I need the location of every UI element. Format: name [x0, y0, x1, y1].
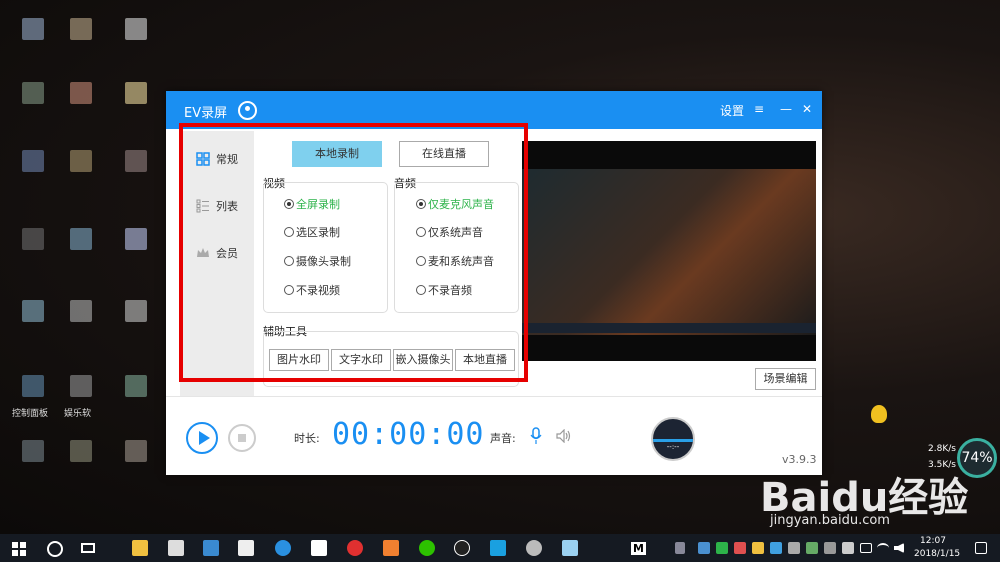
netease-icon[interactable]	[347, 540, 363, 556]
record-timer: 00:00:00	[332, 417, 485, 452]
desktop-icon[interactable]	[125, 18, 147, 40]
mail-icon[interactable]	[311, 540, 327, 556]
lightbulb-icon[interactable]	[871, 405, 887, 423]
desktop-icon[interactable]	[70, 440, 92, 462]
wechat-icon[interactable]	[419, 540, 435, 556]
tray-app-icon[interactable]	[734, 542, 746, 554]
desktop-icon[interactable]	[70, 150, 92, 172]
desktop-icon[interactable]	[22, 18, 44, 40]
ie-browser-icon[interactable]	[275, 540, 291, 556]
speaker-icon[interactable]	[556, 429, 572, 443]
desktop-icon[interactable]	[22, 440, 44, 462]
tray-app-icon[interactable]	[806, 542, 818, 554]
windows-taskbar: M 12:07 2018/1/15	[0, 534, 1000, 562]
desktop-icon[interactable]	[70, 300, 92, 322]
desktop-icon[interactable]	[70, 18, 92, 40]
desktop-icon[interactable]	[70, 228, 92, 250]
desktop-icon[interactable]	[125, 150, 147, 172]
ime-indicator[interactable]: M	[631, 542, 646, 555]
video-player-icon[interactable]	[490, 540, 506, 556]
monitor-icon[interactable]	[203, 540, 219, 556]
desktop-label: 控制面板	[12, 409, 49, 419]
sound-label: 声音:	[490, 432, 516, 445]
highlight-annotation-box	[179, 123, 528, 382]
tray-app-icon[interactable]	[770, 542, 782, 554]
search-circle-icon[interactable]	[47, 541, 63, 557]
desktop-icon[interactable]	[125, 82, 147, 104]
desktop-icon[interactable]	[70, 375, 92, 397]
minimize-button[interactable]: —	[780, 102, 792, 116]
upload-speed: 2.8K/s	[928, 444, 956, 454]
ev-recorder-taskbar-icon[interactable]	[562, 540, 578, 556]
version-label: v3.9.3	[782, 453, 817, 466]
tray-app-icon[interactable]	[842, 542, 854, 554]
clock-time[interactable]: 12:07	[920, 536, 946, 546]
stop-button[interactable]	[228, 424, 256, 452]
audio-level-gauge: --:--	[651, 417, 695, 461]
preview-taskbar	[522, 323, 816, 333]
settings-button[interactable]: 设置	[720, 102, 744, 119]
windows-start-icon[interactable]	[12, 542, 26, 556]
keyboard-icon[interactable]	[860, 543, 872, 553]
tray-app-icon[interactable]	[716, 542, 728, 554]
baidu-watermark-url: jingyan.baidu.com	[770, 513, 890, 528]
preview-image	[522, 169, 816, 335]
tray-app-icon[interactable]	[824, 542, 836, 554]
tray-shield-icon[interactable]	[698, 542, 710, 554]
clock-date[interactable]: 2018/1/15	[914, 549, 960, 559]
app-icon[interactable]	[383, 540, 399, 556]
screen-preview	[522, 141, 816, 361]
desktop-icon[interactable]	[22, 228, 44, 250]
play-button[interactable]	[186, 422, 218, 454]
wifi-icon[interactable]	[877, 543, 889, 553]
task-view-icon[interactable]	[81, 543, 95, 553]
volume-icon[interactable]	[894, 543, 904, 553]
store-icon[interactable]	[168, 540, 184, 556]
scene-edit-button[interactable]: 场景编辑	[755, 368, 816, 390]
desktop-icon[interactable]	[22, 300, 44, 322]
audio-wave	[653, 439, 693, 442]
gauge-readout: --:--	[666, 443, 680, 451]
qq-icon[interactable]	[454, 540, 470, 556]
desktop-icon[interactable]	[22, 82, 44, 104]
tray-app-icon[interactable]	[752, 542, 764, 554]
desktop-icon[interactable]	[70, 82, 92, 104]
app-title: EV录屏	[184, 106, 228, 121]
desktop-icon[interactable]	[125, 375, 147, 397]
tray-people-icon[interactable]	[675, 542, 685, 554]
desktop-icon[interactable]	[125, 300, 147, 322]
desktop-icon[interactable]	[22, 150, 44, 172]
close-button[interactable]: ✕	[802, 102, 812, 116]
menu-icon[interactable]: ≡	[754, 102, 764, 116]
desktop-icon[interactable]	[125, 228, 147, 250]
tray-app-icon[interactable]	[788, 542, 800, 554]
user-account-icon[interactable]	[238, 101, 257, 120]
microphone-icon[interactable]	[530, 427, 542, 445]
notification-icon[interactable]	[975, 542, 987, 554]
duration-label: 时长:	[294, 432, 320, 445]
desktop-label: 娱乐软	[64, 409, 92, 419]
amazon-icon[interactable]	[238, 540, 254, 556]
control-bar: 时长: 00:00:00 声音: --:-- v3.9.3	[166, 396, 822, 475]
disc-app-icon[interactable]	[526, 540, 542, 556]
desktop-icon[interactable]	[22, 375, 44, 397]
desktop-icon[interactable]	[125, 440, 147, 462]
file-explorer-icon[interactable]	[132, 540, 148, 556]
